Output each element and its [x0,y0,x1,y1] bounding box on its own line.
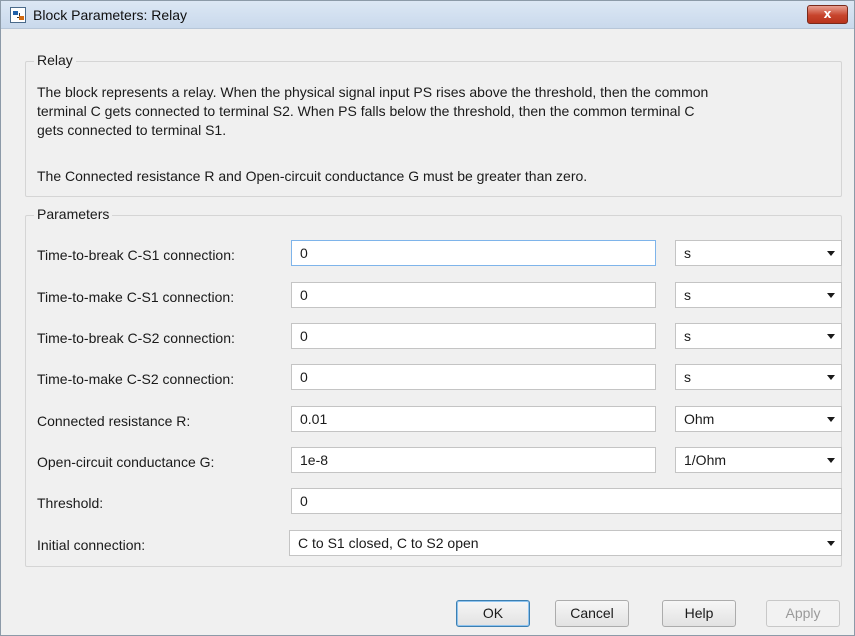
connected-resistance-unit-select[interactable]: Ohm [675,406,842,432]
time-to-make-cs2-unit-select[interactable]: s [675,364,842,390]
time-to-make-cs1-input[interactable]: 0 [291,282,656,308]
unit-value: s [684,287,691,303]
dialog-window: Block Parameters: Relay x Relay The bloc… [0,0,855,636]
unit-value: s [684,245,691,261]
unit-value: 1/Ohm [684,452,727,468]
threshold-label: Threshold: [37,495,104,511]
window-title: Block Parameters: Relay [33,7,188,23]
chevron-down-icon [827,293,835,298]
time-to-break-cs2-unit-select[interactable]: s [675,323,842,349]
connected-resistance-input[interactable]: 0.01 [291,406,656,432]
time-to-break-cs1-input[interactable]: 0 [291,240,656,266]
time-to-make-cs1-unit-select[interactable]: s [675,282,842,308]
description-line-1: The block represents a relay. When the p… [37,84,709,100]
close-icon: x [823,7,832,21]
open-circuit-conductance-unit-select[interactable]: 1/Ohm [675,447,842,473]
initial-connection-label: Initial connection: [37,537,146,553]
help-button[interactable]: Help [662,600,736,627]
open-circuit-conductance-input[interactable]: 1e-8 [291,447,656,473]
apply-button[interactable]: Apply [766,600,840,627]
time-to-break-cs1-label: Time-to-break C-S1 connection: [37,247,235,263]
description-line-2: terminal C gets connected to terminal S2… [37,103,695,119]
initial-connection-value: C to S1 closed, C to S2 open [298,535,479,551]
parameters-group-title: Parameters [34,206,113,222]
chevron-down-icon [827,417,835,422]
unit-value: Ohm [684,411,715,427]
description-note: The Connected resistance R and Open-circ… [37,168,588,184]
parameters-group [25,215,842,567]
chevron-down-icon [827,458,835,463]
close-button[interactable]: x [807,5,848,24]
threshold-input[interactable]: 0 [291,488,842,514]
cancel-button[interactable]: Cancel [555,600,629,627]
initial-connection-select[interactable]: C to S1 closed, C to S2 open [289,530,842,556]
time-to-make-cs1-label: Time-to-make C-S1 connection: [37,289,235,305]
chevron-down-icon [827,251,835,256]
description-line-3: gets connected to terminal S1. [37,122,227,138]
chevron-down-icon [827,375,835,380]
title-bar[interactable]: Block Parameters: Relay x [1,1,854,29]
chevron-down-icon [827,334,835,339]
time-to-break-cs2-input[interactable]: 0 [291,323,656,349]
time-to-break-cs2-label: Time-to-break C-S2 connection: [37,330,235,346]
relay-group-title: Relay [34,52,76,68]
chevron-down-icon [827,541,835,546]
open-circuit-conductance-label: Open-circuit conductance G: [37,454,215,470]
ok-button[interactable]: OK [456,600,530,627]
unit-value: s [684,369,691,385]
time-to-break-cs1-unit-select[interactable]: s [675,240,842,266]
time-to-make-cs2-label: Time-to-make C-S2 connection: [37,371,235,387]
simulink-block-icon [10,7,26,23]
unit-value: s [684,328,691,344]
connected-resistance-label: Connected resistance R: [37,413,191,429]
time-to-make-cs2-input[interactable]: 0 [291,364,656,390]
